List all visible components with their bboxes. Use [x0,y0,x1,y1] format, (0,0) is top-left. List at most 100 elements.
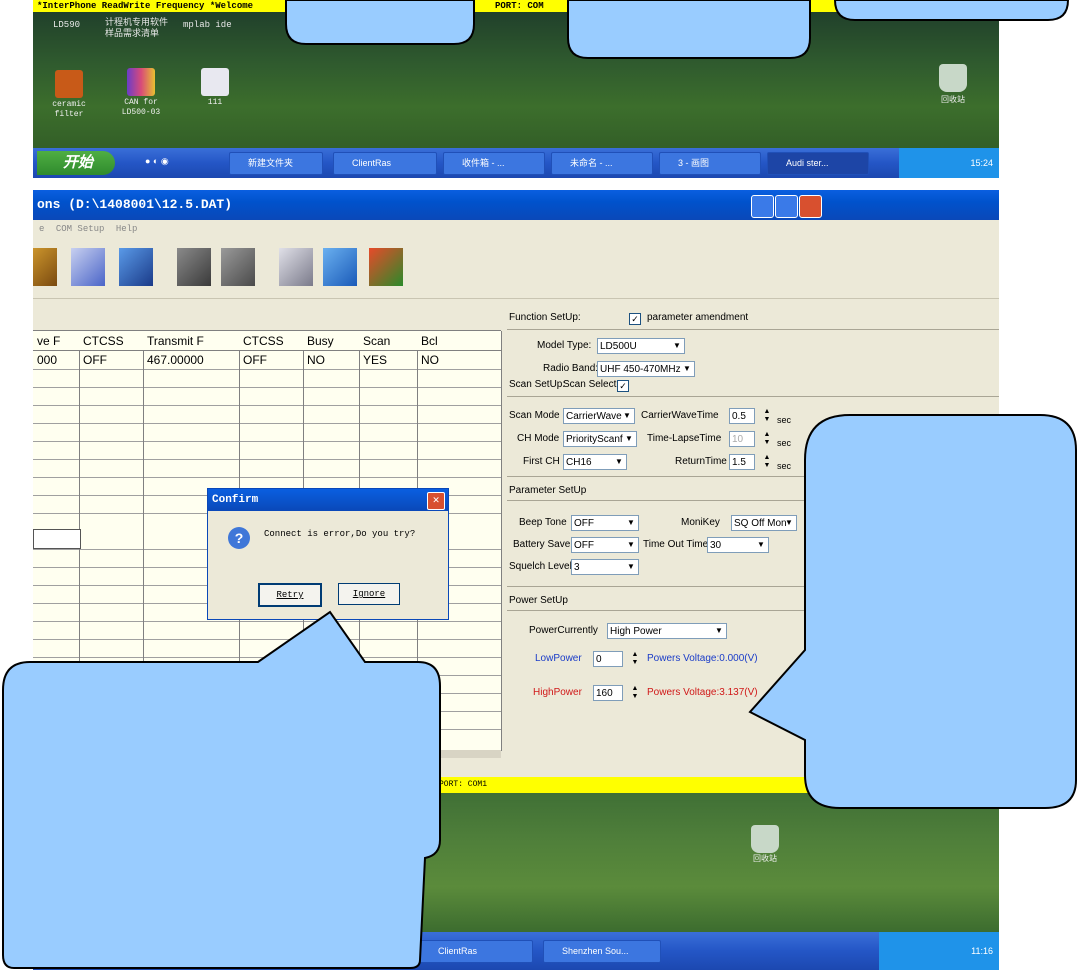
chevron-down-icon: ▼ [627,540,635,549]
grid-cell[interactable]: NO [417,351,501,369]
write-icon[interactable] [177,248,211,286]
taskbar-item-shenzhen[interactable]: Shenzhen Sou... [543,940,661,963]
grid-cell[interactable]: OFF [79,351,143,369]
power-currently-value: High Power [610,626,662,637]
scan-mode-select[interactable]: CarrierWave ▼ [563,408,635,424]
power-currently-select[interactable]: High Power ▼ [607,623,727,639]
high-power-spinner-icon[interactable]: ▲ ▼ [629,685,641,701]
exit-icon[interactable] [369,248,403,286]
retry-button[interactable]: Retry [258,583,322,607]
quick-launch-icon[interactable]: ● ◐ ◉ [145,156,205,170]
grid-column [79,331,144,751]
low-power-label: LowPower [535,653,582,664]
low-power-voltage: Powers Voltage:0.000(V) [647,653,758,664]
app-window: ons (D:\1408001\12.5.DAT) e COM Setup He… [33,190,999,785]
high-power-input[interactable]: 160 [593,685,623,701]
time-lapse-input[interactable]: 10 [729,431,755,447]
ch-mode-value: PriorityScanf [566,434,623,445]
radio-band-select[interactable]: UHF 450-470MHz ▼ [597,361,695,377]
bottom-taskbar: 收件箱 - Ou... PowerWord 2006 Audi steclair… [33,932,999,970]
file-111-icon[interactable] [201,68,229,96]
desktop-text-software: 计程机专用软件 [105,18,169,28]
read-icon[interactable] [119,248,153,286]
winrar-icon[interactable] [127,68,155,96]
grid-header-ctcss-rx[interactable]: CTCSS [79,331,143,351]
battery-save-label: Battery Save [513,539,571,550]
return-time-input[interactable]: 1.5 [729,454,755,470]
beep-tone-value: OFF [574,518,594,529]
grid-cell[interactable]: 467.00000 [143,351,239,369]
time-out-timer-select[interactable]: 30 ▼ [707,537,769,553]
carrier-time-label: CarrierWaveTime [641,410,719,421]
return-time-spinner-icon[interactable]: ▲ ▼ [761,454,773,470]
taskbar-item-clientras[interactable]: ClientRas [419,940,533,963]
taskbar-item-inbox[interactable]: 收件箱 - ... [443,152,545,175]
time-lapse-spinner-icon[interactable]: ▲ ▼ [761,431,773,447]
grid-cell[interactable]: NO [303,351,359,369]
grid-edit-input[interactable] [33,529,81,549]
param-amend-checkbox[interactable]: ✓ [629,313,641,325]
taskbar-item-powerword[interactable]: PowerWord 2006 [161,940,273,963]
time-out-timer-label: Time Out Timer [643,539,712,550]
radio-band-value: UHF 450-470MHz [600,364,681,375]
desktop-background: 回收站 [33,775,999,935]
grid-cell[interactable]: YES [359,351,417,369]
divider [507,500,999,501]
write-all-icon[interactable] [221,248,255,286]
recycle-bin-icon[interactable] [751,825,779,853]
open-icon[interactable] [33,248,57,286]
taskbar-item-audi[interactable]: Audi ster... [767,152,869,175]
taskbar-item-new-folder[interactable]: 新建文件夹 [229,152,323,175]
taskbar-item-audi[interactable]: Audi steclair [281,940,403,963]
clock-text: 15:24 [970,158,993,168]
moni-key-select[interactable]: SQ Off Mon ▼ [731,515,797,531]
question-icon: ? [228,527,250,549]
close-button[interactable] [799,195,822,218]
taskbar-item-untitled[interactable]: 未命名 - ... [551,152,653,175]
divider [507,610,999,611]
dialog-close-button[interactable]: ✕ [427,492,445,510]
maximize-button[interactable] [775,195,798,218]
grid-header-receive-f[interactable]: ve F [33,331,79,351]
menu-item-file[interactable]: e [39,224,44,234]
top-status-bar: *InterPhone ReadWrite Frequency *Welcome… [33,0,999,12]
grid-header-transmit-f[interactable]: Transmit F [143,331,239,351]
ceramic-filter-icon[interactable] [55,70,83,98]
settings-icon[interactable] [279,248,313,286]
scan-select-checkbox[interactable]: ✓ [617,380,629,392]
menu-item-help[interactable]: Help [116,224,138,234]
model-type-select[interactable]: LD500U ▼ [597,338,685,354]
grid-header-bcl[interactable]: Bcl [417,331,501,351]
battery-save-select[interactable]: OFF ▼ [571,537,639,553]
recycle-bin-icon[interactable] [939,64,967,92]
beep-tone-select[interactable]: OFF ▼ [571,515,639,531]
beep-tone-label: Beep Tone [519,517,567,528]
power-currently-label: PowerCurrently [529,625,598,636]
carrier-time-spinner-icon[interactable]: ▲ ▼ [761,408,773,424]
save-icon[interactable] [71,248,105,286]
high-power-voltage: Powers Voltage:3.137(V) [647,687,758,698]
squelch-level-select[interactable]: 3 ▼ [571,559,639,575]
grid-cell[interactable]: 000 [33,351,79,369]
gear-icon[interactable] [323,248,357,286]
function-setup-heading: Function SetUp: [509,312,581,323]
scan-mode-value: CarrierWave [566,411,622,422]
menu-item-com-setup[interactable]: COM Setup [56,224,105,234]
grid-header-scan[interactable]: Scan [359,331,417,351]
taskbar-item-inbox[interactable]: 收件箱 - Ou... [41,940,153,963]
taskbar-item-paint[interactable]: 3 - 画图 [659,152,761,175]
grid-header-busy[interactable]: Busy [303,331,359,351]
minimize-button[interactable] [751,195,774,218]
ignore-button[interactable]: Ignore [338,583,400,605]
first-ch-select[interactable]: CH16 ▼ [563,454,627,470]
low-power-spinner-icon[interactable]: ▲ ▼ [629,651,641,667]
low-power-input[interactable]: 0 [593,651,623,667]
taskbar-item-clientras[interactable]: ClientRas [333,152,437,175]
grid-cell[interactable]: OFF [239,351,303,369]
desktop-text-sample: 样品需求清单 [105,29,160,39]
ch-mode-select[interactable]: PriorityScanf ▼ [563,431,637,447]
start-button[interactable]: 开始 [37,151,115,175]
grid-header-ctcss-tx[interactable]: CTCSS [239,331,303,351]
bottom-status-bar: PORT: COM1 [33,777,999,793]
carrier-time-input[interactable]: 0.5 [729,408,755,424]
